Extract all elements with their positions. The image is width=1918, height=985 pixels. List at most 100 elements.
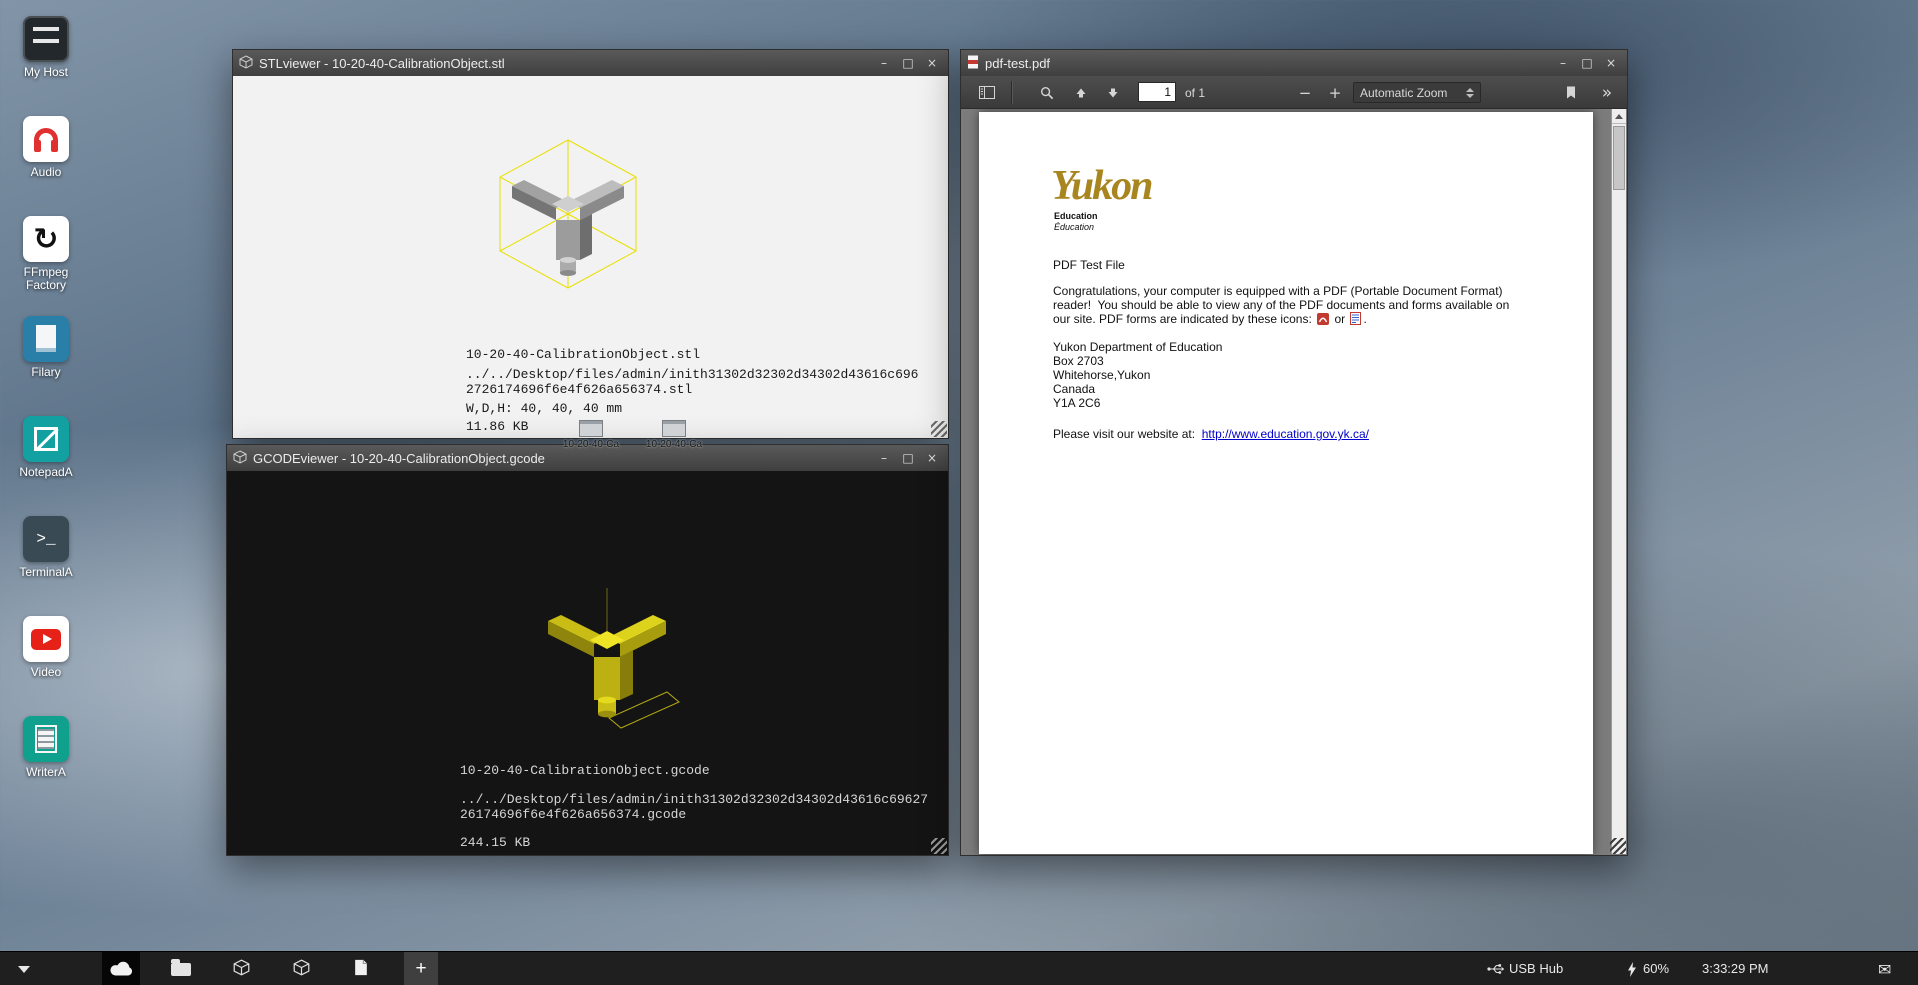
paragraph-line: Congratulations, your computer is equipp…: [1053, 284, 1593, 298]
taskbar-menu-caret[interactable]: [18, 966, 30, 973]
desktop-icon-writera[interactable]: WriterA: [2, 716, 90, 816]
zoom-in-button[interactable]: +: [1321, 80, 1349, 105]
gcode-viewport[interactable]: 10-20-40-CalibrationObject.gcode ../../D…: [227, 471, 948, 855]
minimize-button[interactable]: –: [1553, 55, 1573, 72]
previous-page-button[interactable]: [1067, 80, 1095, 105]
gcode-path-line1: ../../Desktop/files/admin/inith31302d323…: [460, 792, 928, 807]
toolbar-overflow-button[interactable]: »: [1593, 80, 1621, 105]
notepad-icon: [23, 416, 69, 462]
website-link[interactable]: http://www.education.gov.yk.ca/: [1202, 427, 1369, 441]
stl-app-icon: [239, 55, 253, 72]
minimize-button[interactable]: –: [874, 450, 894, 467]
desktop-icon-ffmpeg-factory[interactable]: ↻ FFmpeg Factory: [2, 216, 90, 316]
file-label: 10-20-40-Ca: [636, 439, 712, 450]
desktop-icon-audio[interactable]: Audio: [2, 116, 90, 216]
zoom-out-button[interactable]: −: [1291, 80, 1319, 105]
close-button[interactable]: ×: [922, 55, 942, 72]
address-line: Yukon Department of Education: [1053, 340, 1222, 354]
pdf-heading: PDF Test File: [1053, 258, 1125, 272]
acrobat-pdf-icon: [1317, 313, 1329, 328]
folder-icon: [171, 963, 191, 976]
resize-grip[interactable]: [931, 421, 947, 437]
search-button[interactable]: [1033, 80, 1061, 105]
icon-label: WriterA: [2, 766, 90, 779]
page-number-input[interactable]: [1138, 82, 1176, 102]
minimize-button[interactable]: –: [874, 55, 894, 72]
pdf-window-titlebar[interactable]: pdf-test.pdf – □ ×: [961, 50, 1627, 76]
stl-filename: 10-20-40-CalibrationObject.stl: [466, 347, 918, 362]
mail-icon[interactable]: ✉: [1878, 960, 1891, 979]
icon-label: My Host: [2, 66, 90, 79]
taskbar-files-button[interactable]: [164, 952, 198, 985]
pdf-toolbar: of 1 − + Automatic Zoom »: [961, 76, 1627, 109]
pdf-scrollbar[interactable]: [1611, 109, 1626, 854]
paragraph-period: .: [1363, 312, 1366, 326]
paragraph-line: our site. PDF forms are indicated by the…: [1053, 312, 1593, 328]
icon-label: NotepadA: [2, 466, 90, 479]
desktop-icon-terminala[interactable]: >_ TerminalA: [2, 516, 90, 616]
cube-icon: [233, 959, 250, 979]
maximize-button[interactable]: □: [898, 55, 918, 72]
gcodeviewer-window: GCODEviewer - 10-20-40-CalibrationObject…: [226, 444, 949, 856]
stl-viewport[interactable]: 10-20-40-CalibrationObject.stl ../../Des…: [233, 76, 948, 438]
toolbar-separator: [1011, 81, 1012, 104]
taskbar-app-gcodeviewer[interactable]: [284, 952, 318, 985]
maximize-button[interactable]: □: [1577, 55, 1597, 72]
website-label: Please visit our website at:: [1053, 427, 1195, 441]
stl-window-title: STLviewer - 10-20-40-CalibrationObject.s…: [259, 56, 868, 71]
taskbar-launcher-cloud[interactable]: [102, 952, 140, 985]
pdf-page: Yukon Education Éducation PDF Test File …: [979, 112, 1593, 854]
taskbar-add-button[interactable]: +: [404, 952, 438, 985]
file-icon: [662, 420, 686, 437]
gcode-path-line2: 26174696f6e4f626a656374.gcode: [460, 807, 928, 822]
writer-icon: [23, 716, 69, 762]
pdf-document-area[interactable]: Yukon Education Éducation PDF Test File …: [961, 109, 1627, 855]
next-page-button[interactable]: [1099, 80, 1127, 105]
desktop-icon-video[interactable]: Video: [2, 616, 90, 716]
stlviewer-window: STLviewer - 10-20-40-CalibrationObject.s…: [232, 49, 949, 439]
maximize-button[interactable]: □: [898, 450, 918, 467]
scrollbar-thumb[interactable]: [1613, 126, 1625, 190]
gcode-3d-model: [517, 576, 697, 756]
resize-grip[interactable]: [1610, 838, 1626, 854]
address-line: Box 2703: [1053, 354, 1222, 368]
pdf-window-title: pdf-test.pdf: [985, 56, 1547, 71]
usb-hub-label[interactable]: USB Hub: [1509, 961, 1563, 976]
file-label: 10-20-40-Ca: [553, 439, 629, 450]
bookmark-button[interactable]: [1557, 80, 1585, 105]
desktop-icon-notepada[interactable]: NotepadA: [2, 416, 90, 516]
cloud-icon: [109, 960, 133, 979]
desktop-icon-filary[interactable]: Filary: [2, 316, 90, 416]
battery-percentage[interactable]: 60%: [1643, 961, 1669, 976]
my-host-icon: [23, 16, 69, 62]
desktop-icon-my-host[interactable]: My Host: [2, 16, 90, 116]
pdf-viewer-window: pdf-test.pdf – □ × of 1 − + Automatic Zo…: [960, 49, 1628, 856]
page-count-label: of 1: [1185, 86, 1205, 100]
pdf-paragraph: Congratulations, your computer is equipp…: [1053, 284, 1593, 328]
address-line: Y1A 2C6: [1053, 396, 1222, 410]
logo-education-label: Education: [1054, 211, 1098, 221]
headphones-icon: [23, 116, 69, 162]
zoom-select-value: Automatic Zoom: [1360, 86, 1447, 100]
resize-grip[interactable]: [931, 838, 947, 854]
desktop-file-stl[interactable]: 10-20-40-Ca: [553, 420, 629, 450]
icon-label: Video: [2, 666, 90, 679]
scroll-up-icon: [1615, 114, 1623, 119]
desktop-file-gcode[interactable]: 10-20-40-Ca: [636, 420, 712, 450]
stl-path-line1: ../../Desktop/files/admin/inith31302d323…: [466, 367, 918, 382]
close-button[interactable]: ×: [922, 450, 942, 467]
loop-arrows-icon: ↻: [23, 216, 69, 262]
stl-window-titlebar[interactable]: STLviewer - 10-20-40-CalibrationObject.s…: [233, 50, 948, 76]
sidebar-toggle-button[interactable]: [973, 80, 1001, 105]
paragraph-line: reader! You should be able to view any o…: [1053, 298, 1593, 312]
scroll-up-button[interactable]: [1612, 109, 1626, 124]
address-block: Yukon Department of Education Box 2703 W…: [1053, 340, 1222, 410]
video-player-icon: [23, 616, 69, 662]
clock[interactable]: 3:33:29 PM: [1702, 961, 1769, 976]
taskbar-app-pdfviewer[interactable]: [344, 952, 378, 985]
zoom-select[interactable]: Automatic Zoom: [1353, 82, 1481, 103]
taskbar-app-stlviewer[interactable]: [224, 952, 258, 985]
close-button[interactable]: ×: [1601, 55, 1621, 72]
desktop-icon-column: My Host Audio ↻ FFmpeg Factory Filary No…: [2, 16, 90, 816]
window-controls: – □ ×: [1553, 55, 1621, 72]
